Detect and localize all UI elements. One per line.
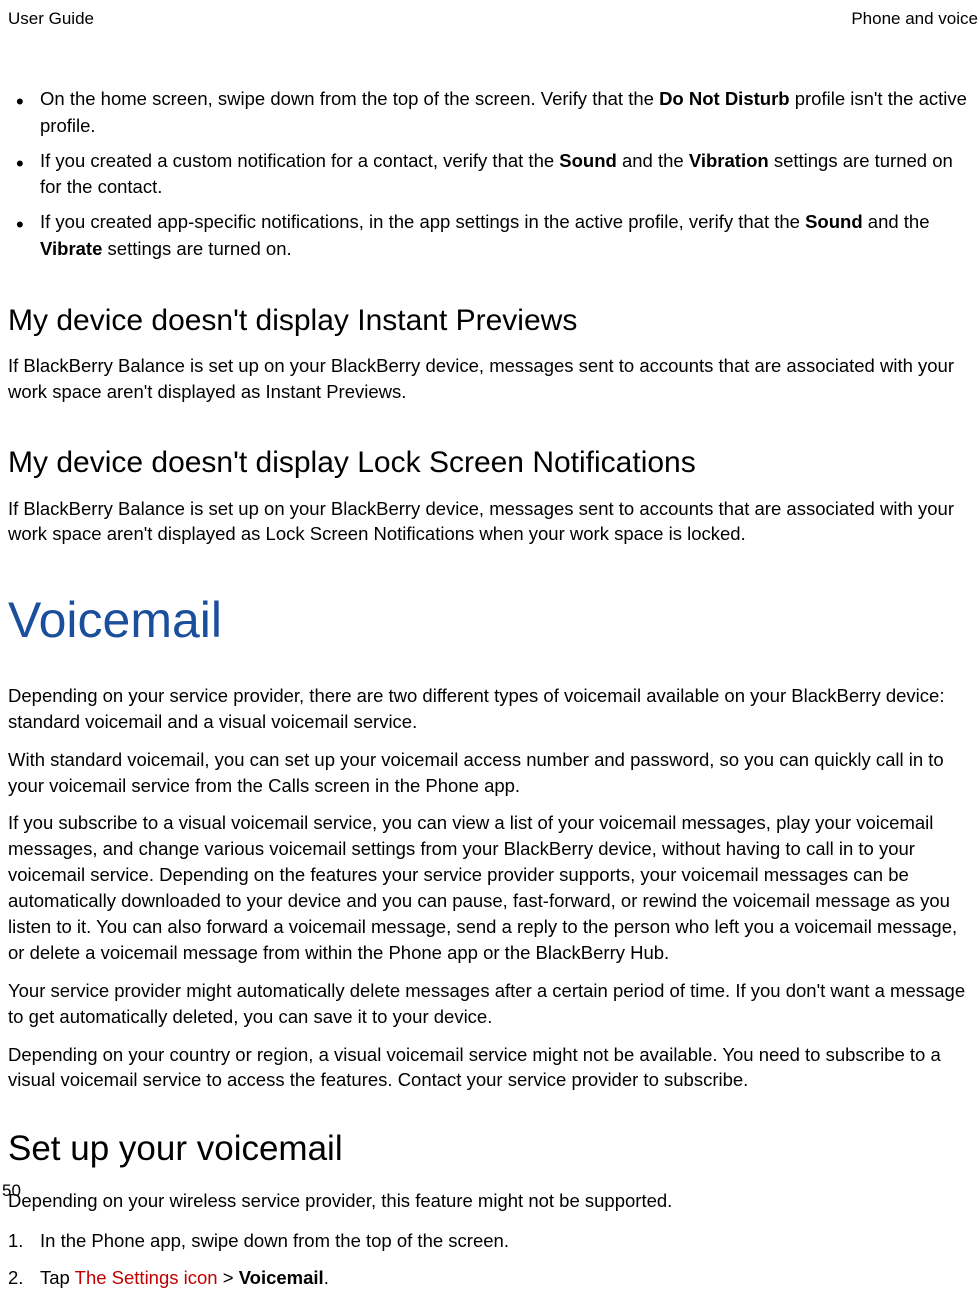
sub-heading-setup-voicemail: Set up your voicemail — [8, 1125, 972, 1172]
setup-intro: Depending on your wireless service provi… — [8, 1188, 972, 1214]
bullet-list: On the home screen, swipe down from the … — [8, 86, 972, 263]
voicemail-paragraph: If you subscribe to a visual voicemail s… — [8, 810, 972, 965]
page-header: User Guide Phone and voice — [0, 0, 980, 31]
bullet-item: If you created a custom notification for… — [40, 148, 972, 202]
voicemail-paragraph: Your service provider might automaticall… — [8, 978, 972, 1030]
page-number: 50 — [2, 1180, 21, 1203]
voicemail-paragraph: Depending on your country or region, a v… — [8, 1042, 972, 1094]
voicemail-paragraph: With standard voicemail, you can set up … — [8, 747, 972, 799]
main-heading-voicemail: Voicemail — [8, 587, 972, 655]
bullet-item: On the home screen, swipe down from the … — [40, 86, 972, 140]
page-content: On the home screen, swipe down from the … — [0, 31, 980, 1291]
section-body: If BlackBerry Balance is set up on your … — [8, 353, 972, 405]
steps-list: 1. In the Phone app, swipe down from the… — [8, 1228, 972, 1291]
section-heading-lock-screen: My device doesn't display Lock Screen No… — [8, 443, 972, 484]
voicemail-paragraph: Depending on your service provider, ther… — [8, 683, 972, 735]
section-heading-instant-previews: My device doesn't display Instant Previe… — [8, 301, 972, 342]
settings-icon-placeholder: The Settings icon — [75, 1267, 223, 1288]
step-item: 2. Tap The Settings icon > Voicemail. — [40, 1265, 972, 1291]
step-item: 1. In the Phone app, swipe down from the… — [40, 1228, 972, 1254]
header-right: Phone and voice — [851, 8, 980, 31]
section-body: If BlackBerry Balance is set up on your … — [8, 496, 972, 548]
header-left: User Guide — [8, 8, 94, 31]
bullet-item: If you created app-specific notification… — [40, 209, 972, 263]
